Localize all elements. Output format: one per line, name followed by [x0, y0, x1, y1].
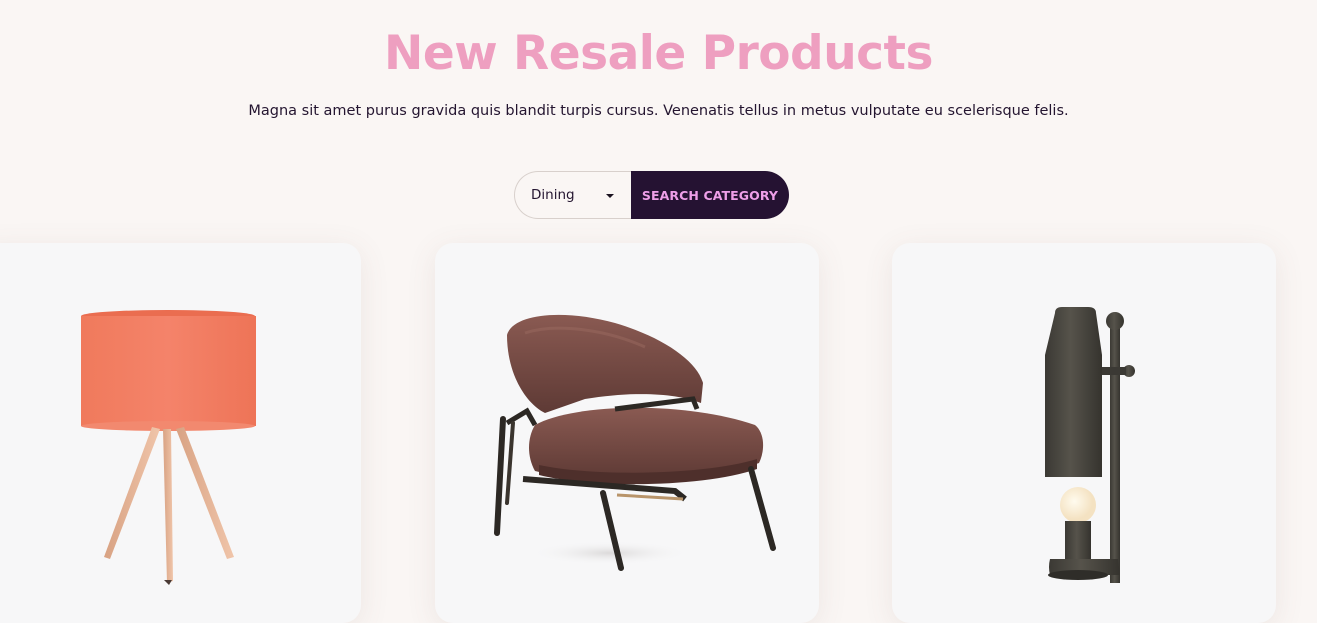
product-image	[494, 314, 776, 571]
category-select-value: Dining	[531, 187, 575, 203]
product-card[interactable]	[0, 243, 361, 623]
product-card[interactable]	[435, 243, 819, 623]
product-image	[81, 310, 256, 585]
caret-down-icon	[606, 194, 614, 198]
category-select[interactable]: Dining	[514, 171, 631, 219]
product-card[interactable]	[892, 243, 1276, 623]
section-title: New Resale Products	[384, 26, 933, 81]
section-subtitle: Magna sit amet purus gravida quis blandi…	[248, 103, 1069, 119]
search-category-button[interactable]: SEARCH CATEGORY	[631, 171, 789, 219]
category-search-form: Dining SEARCH CATEGORY	[514, 171, 789, 219]
product-image	[1045, 307, 1135, 583]
